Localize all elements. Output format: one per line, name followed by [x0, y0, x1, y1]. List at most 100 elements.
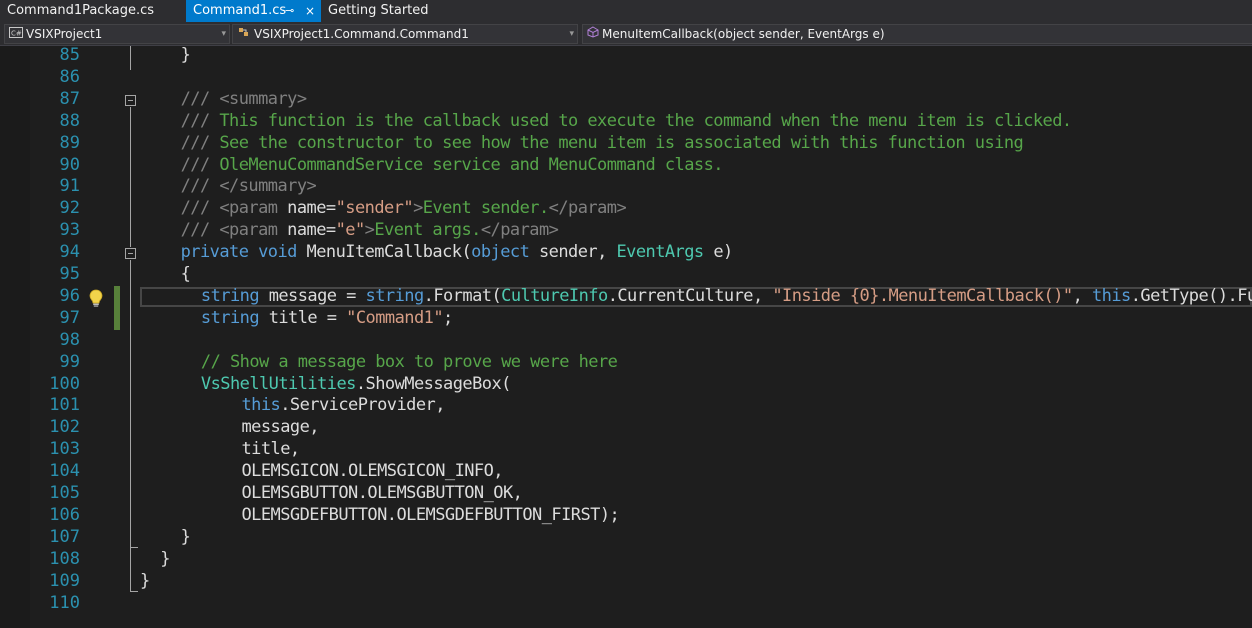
- code-line[interactable]: message,: [242, 416, 320, 438]
- code-token: this: [1091, 285, 1131, 306]
- code-token: ///: [180, 176, 220, 197]
- code-token: }: [160, 548, 170, 569]
- line-number: 108: [49, 548, 80, 569]
- line-number: 107: [49, 526, 80, 547]
- code-token: title =: [268, 307, 347, 328]
- code-line[interactable]: }: [181, 526, 191, 548]
- code-token: VsShellUtilities: [200, 373, 357, 394]
- class-name: VSIXProject1.Command.Command1: [254, 27, 469, 41]
- code-line[interactable]: {: [181, 263, 191, 285]
- code-line[interactable]: string message = string.Format(CultureIn…: [201, 285, 1252, 307]
- line-number: 95: [59, 264, 80, 284]
- outline-line: [130, 260, 131, 548]
- line-number: 104: [49, 461, 80, 482]
- class-icon: [237, 26, 251, 43]
- code-token: "Inside {0}.MenuItemCallback()": [772, 285, 1073, 306]
- code-line[interactable]: VsShellUtilities.ShowMessageBox(: [201, 373, 511, 395]
- pin-icon[interactable]: ⊸: [285, 0, 294, 22]
- code-line[interactable]: string title = "Command1";: [201, 307, 453, 329]
- code-token: ///: [180, 154, 220, 175]
- code-token: ///: [180, 198, 220, 219]
- code-token: This function is the callback used to ex…: [219, 110, 1072, 131]
- line-number: 94: [59, 242, 80, 263]
- code-line[interactable]: }: [140, 570, 150, 592]
- code-token: ///: [180, 220, 220, 241]
- line-number: 92: [59, 198, 80, 219]
- code-token: >: [413, 198, 423, 219]
- class-dropdown[interactable]: VSIXProject1.Command.Command1 ▾: [232, 24, 578, 44]
- code-line[interactable]: /// See the constructor to see how the m…: [181, 132, 1024, 154]
- tab-command1package[interactable]: Command1Package.cs: [0, 0, 186, 22]
- code-token: e): [713, 242, 733, 263]
- member-name: MenuItemCallback(object sender, EventArg…: [602, 27, 885, 41]
- code-token: {: [180, 264, 191, 284]
- outline-line: [130, 107, 131, 247]
- code-token: .ShowMessageBox(: [355, 373, 512, 394]
- code-token: OLEMSGICON.OLEMSGICON_INFO,: [241, 461, 504, 482]
- code-token: See the constructor to see how the menu …: [219, 132, 1024, 153]
- line-number: 101: [49, 395, 80, 416]
- project-dropdown[interactable]: C# VSIXProject1 ▾: [4, 24, 230, 44]
- code-line[interactable]: private void MenuItemCallback(object sen…: [181, 241, 734, 263]
- close-icon[interactable]: ×: [305, 0, 315, 22]
- code-line[interactable]: /// <param name="e">Event args.</param>: [181, 219, 559, 241]
- code-line[interactable]: }: [181, 46, 191, 66]
- line-number: 96: [59, 285, 80, 306]
- code-token: OleMenuCommandService service and MenuCo…: [219, 154, 723, 175]
- line-number: 100: [49, 373, 80, 394]
- line-number: 105: [49, 483, 80, 503]
- code-token: .Format(: [423, 285, 502, 306]
- code-token: Event sender.: [422, 198, 549, 219]
- collapse-summary-icon[interactable]: [125, 95, 136, 106]
- code-line[interactable]: OLEMSGICON.OLEMSGICON_INFO,: [242, 460, 504, 482]
- code-token: "e": [335, 220, 366, 241]
- method-icon: [587, 26, 599, 43]
- line-number: 93: [59, 220, 80, 241]
- code-editor[interactable]: 85 86 87 88 89 90 91 92 93 94 95 96 97 98 99 100 101 102 1…: [0, 46, 1252, 628]
- line-number: 91: [59, 176, 80, 197]
- code-token: </param>: [480, 220, 559, 241]
- code-token: ,: [1072, 285, 1092, 306]
- code-token: ///: [180, 132, 220, 153]
- code-line[interactable]: // Show a message box to prove we were h…: [200, 351, 618, 373]
- code-token: // Show a message box to prove we were h…: [200, 351, 618, 372]
- code-line[interactable]: /// <param name="sender">Event sender.</…: [181, 197, 627, 219]
- member-dropdown[interactable]: MenuItemCallback(object sender, EventArg…: [582, 24, 1252, 44]
- code-token: .ServiceProvider,: [280, 395, 445, 416]
- code-token: message =: [268, 285, 366, 306]
- code-token: string: [200, 307, 269, 328]
- code-line[interactable]: OLEMSGDEFBUTTON.OLEMSGDEFBUTTON_FIRST);: [242, 504, 620, 526]
- outline-line: [130, 548, 131, 592]
- code-token: ///: [180, 110, 220, 131]
- lightbulb-icon[interactable]: [86, 288, 106, 308]
- project-name: VSIXProject1: [26, 27, 103, 41]
- code-token: string: [365, 285, 425, 306]
- code-token: sender,: [538, 242, 617, 263]
- code-token: }: [140, 570, 150, 591]
- line-number: 87: [59, 88, 80, 109]
- line-number: 98: [59, 329, 80, 350]
- tab-command1[interactable]: Command1.cs ⊸ ×: [186, 0, 321, 22]
- code-token: CultureInfo: [501, 285, 608, 306]
- code-line[interactable]: /// <summary>: [181, 88, 307, 110]
- outline-end: [130, 591, 138, 592]
- line-number: 86: [59, 66, 80, 87]
- code-token: }: [180, 46, 191, 65]
- code-line[interactable]: }: [160, 548, 170, 570]
- collapse-method-icon[interactable]: [125, 248, 136, 259]
- line-number: 103: [49, 439, 80, 460]
- tab-getting-started[interactable]: Getting Started: [321, 0, 461, 22]
- code-line[interactable]: this.ServiceProvider,: [242, 394, 446, 416]
- code-line[interactable]: /// OleMenuCommandService service and Me…: [180, 154, 724, 176]
- code-line[interactable]: OLEMSGBUTTON.OLEMSGBUTTON_OK,: [242, 482, 523, 504]
- code-token: EventArgs: [616, 242, 714, 263]
- line-number: 88: [59, 110, 80, 131]
- code-token: Event args.: [374, 220, 481, 241]
- code-line[interactable]: title,: [242, 438, 301, 460]
- code-line[interactable]: /// </summary>: [181, 175, 317, 197]
- code-token: >: [364, 220, 375, 241]
- line-number: 102: [49, 417, 80, 438]
- code-line[interactable]: /// This function is the callback used t…: [180, 110, 1073, 132]
- code-token: .GetType().FullName);: [1130, 285, 1252, 306]
- code-token: <summary>: [219, 88, 307, 109]
